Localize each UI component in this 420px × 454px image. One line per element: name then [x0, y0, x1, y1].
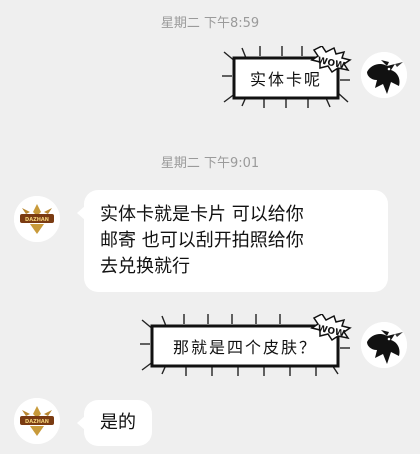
message-line: 去兑换就行: [100, 256, 190, 277]
timestamp: 星期二 下午9:01: [160, 156, 260, 171]
message-line: 邮寄 也可以刮开拍照给你: [100, 230, 304, 251]
logo-text: DAZHAN: [25, 217, 49, 223]
timestamp: 星期二 下午8:59: [160, 16, 260, 31]
message-text: 实体卡呢: [249, 70, 322, 89]
crow-icon: [361, 52, 407, 98]
avatar[interactable]: DAZHAN: [14, 196, 60, 242]
message-line: 实体卡就是卡片 可以给你: [100, 204, 304, 225]
game-logo-icon: DAZHAN: [14, 196, 60, 242]
message-text: 那就是四个皮肤？: [172, 338, 317, 357]
crow-icon: [361, 322, 407, 368]
avatar[interactable]: [361, 322, 407, 368]
avatar[interactable]: [361, 52, 407, 98]
avatar[interactable]: DAZHAN: [14, 398, 60, 444]
game-logo-icon: DAZHAN: [14, 398, 60, 444]
sent-sticker-message[interactable]: WOW 实体卡呢: [220, 46, 352, 108]
logo-text: DAZHAN: [25, 419, 49, 425]
chat-window: 星期二 下午8:59 WOW 实体卡呢 星期二 下午9:01 DAZHAN 实体…: [0, 0, 420, 454]
received-message-bubble[interactable]: 实体卡就是卡片 可以给你 邮寄 也可以刮开拍照给你 去兑换就行: [77, 190, 388, 292]
message-line: 是的: [100, 412, 136, 433]
sent-sticker-message[interactable]: WOW 那就是四个皮肤？: [138, 314, 352, 376]
received-message-bubble[interactable]: 是的: [77, 400, 152, 446]
